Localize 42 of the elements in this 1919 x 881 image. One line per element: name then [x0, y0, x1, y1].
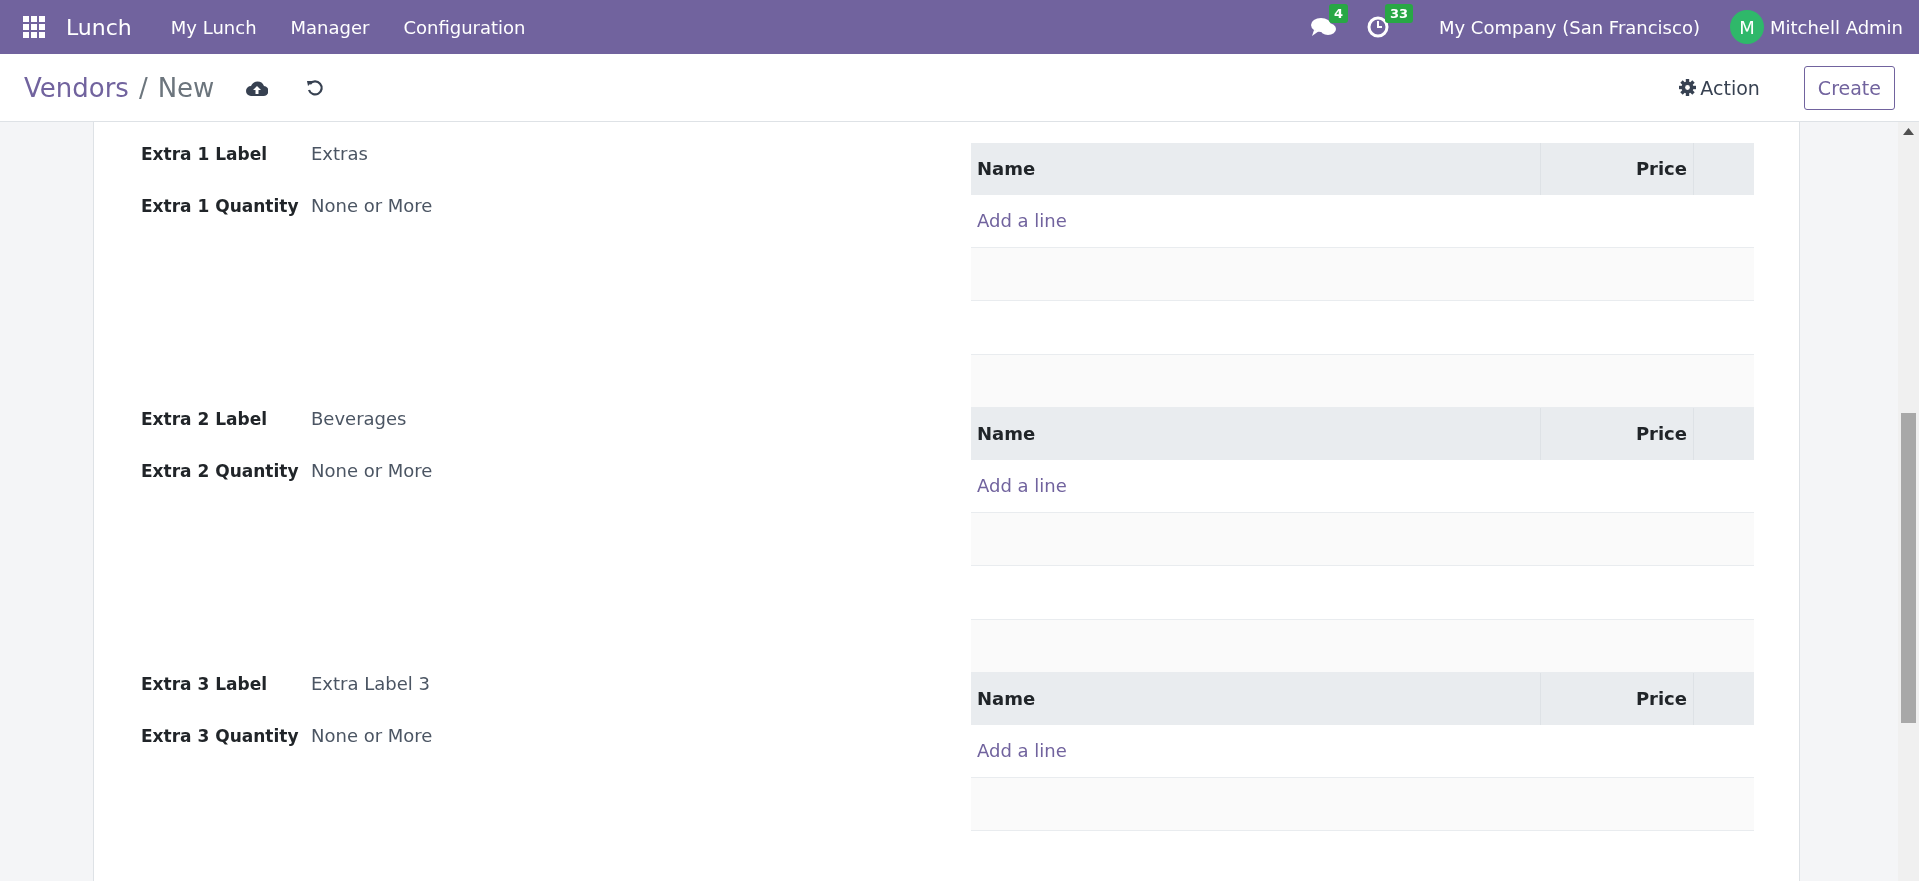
breadcrumb-separator: /: [138, 72, 148, 103]
scrollbar[interactable]: [1898, 122, 1919, 881]
action-button[interactable]: Action: [1673, 70, 1766, 105]
field-value[interactable]: Extra Label 3: [311, 673, 430, 694]
message-count-badge: 4: [1328, 4, 1348, 23]
add-line-link[interactable]: Add a line: [977, 740, 1067, 762]
activity-count-badge: 33: [1384, 4, 1414, 23]
breadcrumb-current: New: [157, 72, 215, 103]
add-line-link[interactable]: Add a line: [977, 475, 1067, 497]
gear-icon: [1679, 79, 1697, 96]
menu-item[interactable]: Configuration: [386, 16, 543, 38]
field-value[interactable]: None or More: [311, 460, 433, 481]
menu-item[interactable]: My Lunch: [153, 16, 274, 38]
scroll-up-arrow-icon[interactable]: [1903, 128, 1914, 135]
column-header[interactable]: Price: [1540, 673, 1694, 726]
column-header[interactable]: Name: [971, 408, 1541, 461]
column-header[interactable]: Price: [1540, 143, 1694, 196]
scrollbar-thumb[interactable]: [1901, 413, 1916, 723]
clock-icon[interactable]: [1366, 16, 1389, 38]
field-label: Extra 1 Quantity: [141, 196, 300, 216]
add-line-link[interactable]: Add a line: [977, 210, 1067, 232]
field-label: Extra 2 Label: [141, 409, 269, 429]
user-name[interactable]: Mitchell Admin: [1769, 16, 1903, 38]
field-value[interactable]: Extras: [311, 143, 368, 164]
field-value[interactable]: None or More: [311, 195, 433, 216]
menu-item[interactable]: Manager: [273, 16, 387, 38]
field-value[interactable]: None or More: [311, 725, 433, 746]
company-switcher[interactable]: My Company (San Francisco): [1438, 16, 1700, 38]
breadcrumb-link[interactable]: Vendors: [24, 72, 129, 103]
field-label: Extra 3 Label: [141, 674, 269, 694]
field-value[interactable]: Beverages: [311, 408, 407, 429]
undo-icon: [306, 78, 325, 97]
app-name[interactable]: Lunch: [66, 14, 132, 40]
chat-icon[interactable]: [1310, 16, 1337, 38]
column-header[interactable]: Name: [971, 143, 1541, 196]
apps-grid-icon[interactable]: [22, 15, 46, 39]
field-label: Extra 1 Label: [141, 144, 269, 164]
column-header[interactable]: Name: [971, 673, 1541, 726]
create-button[interactable]: Create: [1803, 65, 1895, 110]
field-label: Extra 2 Quantity: [141, 461, 300, 481]
field-label: Extra 3 Quantity: [141, 726, 300, 746]
column-header[interactable]: Price: [1540, 408, 1694, 461]
